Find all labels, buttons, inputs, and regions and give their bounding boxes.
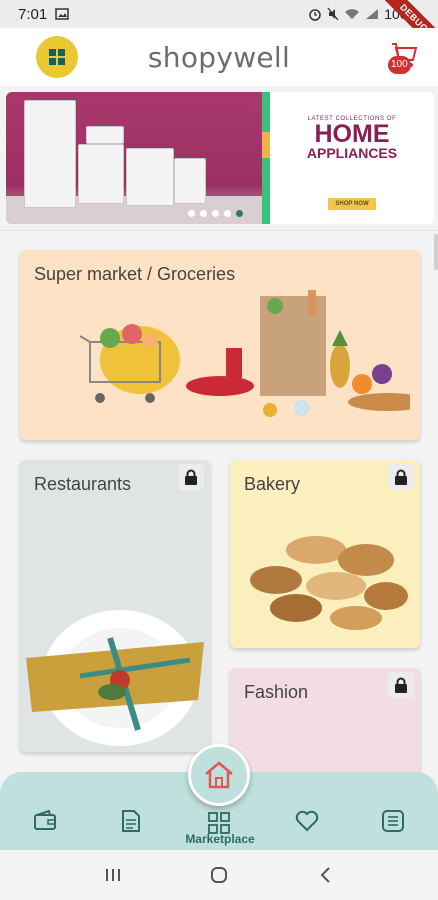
category-card-bakery[interactable]: Bakery [230,460,420,648]
image-notification-icon [55,8,69,20]
signal-icon [366,9,379,19]
category-label: Fashion [244,682,309,702]
category-card-restaurants[interactable]: Restaurants [20,460,210,752]
category-label: Super market / Groceries [34,264,236,284]
grid-menu-icon [49,49,65,65]
back-icon [320,867,330,883]
lock-badge [178,464,204,490]
list-icon [382,810,404,832]
carousel-indicator [188,210,243,217]
bakery-illustration [250,536,408,630]
nav-documents[interactable] [116,806,146,836]
home-icon [205,761,233,789]
wallet-icon [34,810,56,830]
nav-favorites[interactable] [292,806,322,836]
cart-count-badge: 100 [388,56,411,74]
category-card-groceries[interactable]: Super market / Groceries [20,250,420,440]
lock-icon [185,469,197,485]
heart-icon [295,810,319,832]
lock-icon [395,469,407,485]
system-home-button[interactable] [199,860,239,890]
banner-appliances-image [6,92,262,224]
wifi-icon [345,9,360,19]
cart-button[interactable]: 100 [384,38,422,74]
document-icon [122,810,140,832]
mute-icon [327,7,339,21]
alarm-icon [309,9,321,21]
recent-apps-icon [106,869,120,881]
restaurant-plate-illustration [26,610,204,746]
nav-marketplace-label[interactable]: Marketplace [180,832,260,846]
status-time: 7:01 [18,5,48,23]
banner-title-line1: HOME [314,120,390,148]
carousel-dot-active[interactable] [236,210,243,217]
banner-title-line2: APPLIANCES [306,145,398,161]
app-logo: shopywell [147,40,291,74]
carousel-dot[interactable] [188,210,195,217]
app-header: shopywell 100 [0,28,438,86]
lock-badge [388,464,414,490]
home-button[interactable] [188,744,250,806]
carousel-dot[interactable] [200,210,207,217]
divider [0,230,438,231]
nav-menu[interactable] [378,806,408,836]
category-label: Bakery [244,474,301,494]
groceries-illustration [79,290,410,417]
grid-icon [208,812,230,834]
system-home-icon [211,867,227,883]
promo-banner[interactable]: LATEST COLLECTIONS OF HOME APPLIANCES SH… [6,92,434,224]
back-button[interactable] [305,860,345,890]
menu-button[interactable] [36,36,78,78]
carousel-dot[interactable] [224,210,231,217]
carousel-dot[interactable] [212,210,219,217]
lock-icon [395,677,407,693]
banner-text: LATEST COLLECTIONS OF HOME APPLIANCES SH… [270,92,434,224]
nav-wallet[interactable] [30,806,60,836]
category-label: Restaurants [34,474,132,494]
scrollbar[interactable] [434,234,438,270]
recent-apps-button[interactable] [93,860,133,890]
lock-badge [388,672,414,698]
system-nav-bar [0,850,438,900]
status-bar: 7:01 100% DEBUG [0,0,438,58]
shop-now-button[interactable]: SHOP NOW [328,198,376,210]
